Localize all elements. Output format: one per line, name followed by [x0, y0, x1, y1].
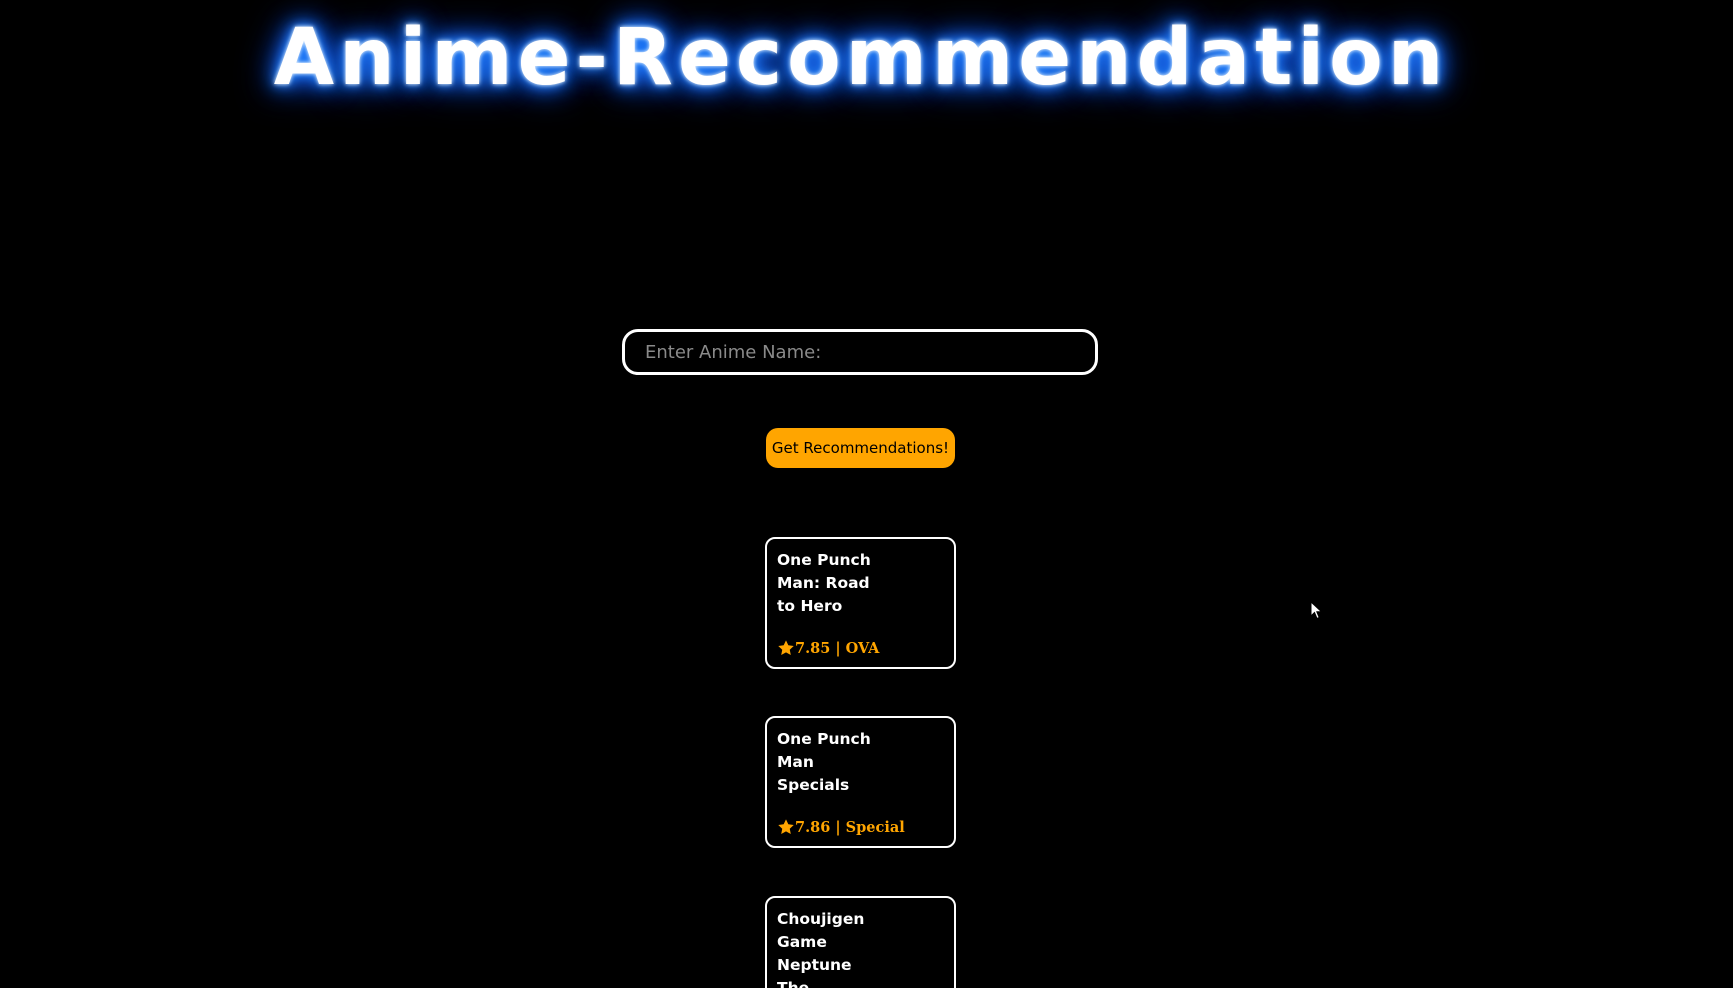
result-title: One Punch Man Specials [777, 730, 871, 794]
result-card[interactable]: Choujigen Game Neptune The Animation [765, 896, 956, 988]
result-card[interactable]: One Punch Man Specials 7.86 | Special [765, 716, 956, 848]
page-title: Anime-Recommendation [273, 13, 1449, 103]
get-recommendations-button[interactable]: Get Recommendations! [766, 428, 955, 468]
star-icon [778, 819, 794, 835]
result-rating-type: 7.86 | Special [795, 818, 905, 836]
result-meta: 7.86 | Special [777, 818, 905, 836]
result-title: One Punch Man: Road to Hero [777, 551, 871, 615]
star-icon [778, 640, 794, 656]
result-meta: 7.85 | OVA [777, 639, 879, 657]
anime-search-input[interactable] [622, 329, 1098, 375]
result-title: Choujigen Game Neptune The Animation [777, 910, 865, 988]
result-card[interactable]: One Punch Man: Road to Hero 7.85 | OVA [765, 537, 956, 669]
cursor-icon [1310, 601, 1323, 620]
result-rating-type: 7.85 | OVA [795, 639, 880, 657]
